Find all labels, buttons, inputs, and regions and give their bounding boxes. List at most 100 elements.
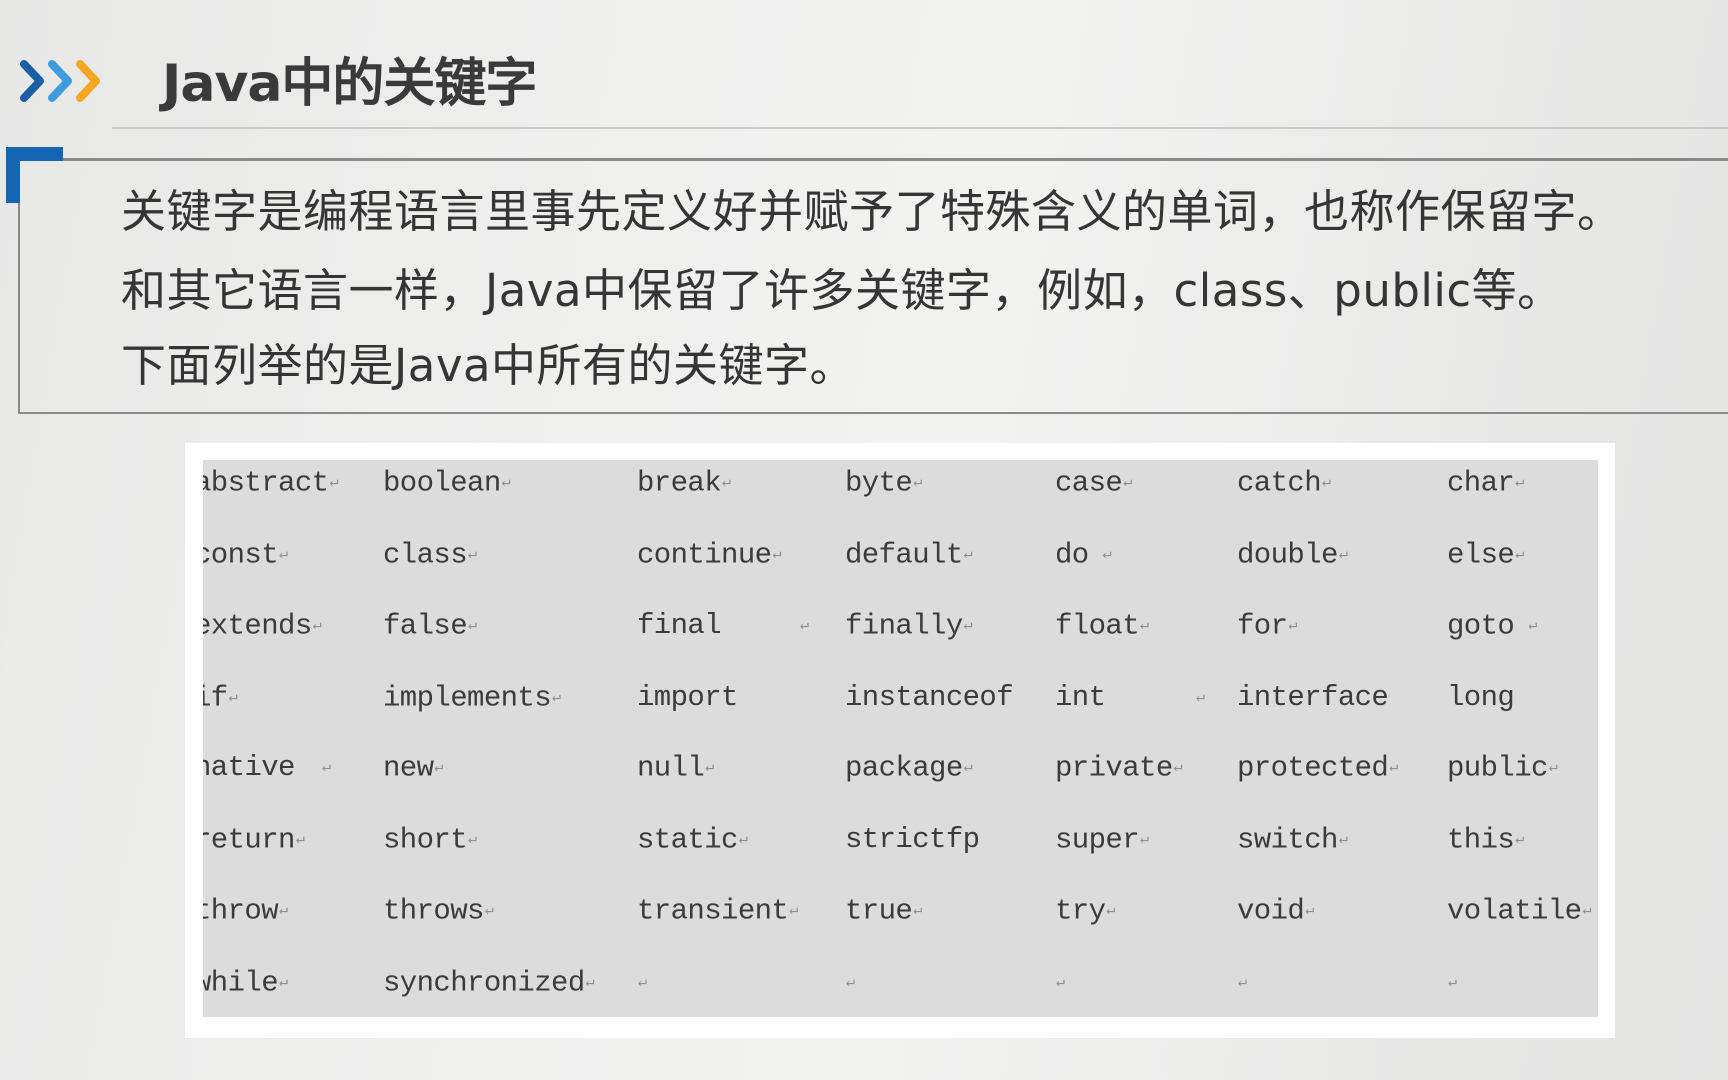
- keyword-cell: class↵: [383, 533, 477, 577]
- keyword-cell: int ↵: [1055, 676, 1205, 720]
- table-row: native ↵ new↵ null↵ package↵ private↵ protecte…: [203, 746, 1598, 790]
- paragraph-mark-icon: ↵: [1389, 759, 1398, 776]
- keyword-cell: package↵: [845, 746, 973, 790]
- keyword-cell: byte↵: [845, 461, 922, 505]
- paragraph-mark-icon: ↵: [963, 546, 973, 563]
- paragraph-mark-icon: ↵: [1515, 546, 1524, 563]
- paragraph-mark-icon: ↵: [963, 759, 973, 776]
- keyword-cell: default↵: [845, 533, 973, 577]
- keyword-text: break: [637, 466, 722, 500]
- keyword-text: for: [1237, 609, 1288, 643]
- paragraph-mark-icon: ↵: [846, 974, 855, 991]
- paragraph-mark-icon: ↵: [1338, 546, 1348, 563]
- paragraph-mark-icon: ↵: [1140, 617, 1149, 634]
- keyword-cell: catch↵: [1237, 461, 1331, 505]
- table-row: abstract↵ boolean↵ break↵ byte↵ case↵ catch↵ c…: [203, 461, 1598, 505]
- paragraph-mark-icon: ↵: [789, 902, 798, 919]
- keyword-cell: implements↵: [383, 676, 561, 720]
- keyword-cell: ↵: [845, 961, 855, 1005]
- keyword-text: catch: [1237, 466, 1322, 500]
- table-row: while↵synchronized↵↵↵↵↵↵: [203, 961, 1598, 1005]
- keyword-cell: long: [1447, 676, 1515, 720]
- keyword-text: while: [203, 966, 279, 1000]
- table-row: const↵class↵continue↵default↵do↵double↵e…: [203, 533, 1598, 577]
- keyword-text: goto: [1447, 609, 1515, 643]
- keyword-cell: char↵: [1447, 461, 1524, 505]
- keyword-cell: ↵: [1055, 961, 1065, 1005]
- keyword-text: super: [1055, 823, 1140, 857]
- keyword-cell: return↵: [203, 818, 305, 862]
- keyword-text: final: [637, 609, 722, 642]
- chevron-dark-blue-icon: [20, 60, 44, 102]
- paragraph-mark-icon: ↵: [279, 974, 288, 991]
- keyword-text: interface: [1237, 681, 1389, 714]
- keyword-cell: abstract↵: [203, 461, 339, 505]
- keyword-text: abstract: [203, 466, 329, 500]
- keyword-text: new: [383, 751, 434, 785]
- paragraph-mark-icon: ↵: [1515, 831, 1524, 848]
- intro-line: 和其它语言一样，Java中保留了许多关键字，例如，class、public等。: [121, 264, 1563, 317]
- keyword-text: class: [383, 538, 468, 572]
- keyword-cell: for↵: [1237, 604, 1297, 648]
- keyword-cell: import: [637, 676, 738, 720]
- paragraph-mark-icon: ↵: [228, 689, 238, 706]
- keyword-cell: ↵: [1237, 961, 1247, 1005]
- title-divider: [112, 127, 1728, 129]
- paragraph-mark-icon: ↵: [1056, 974, 1065, 991]
- page-title: Java中的关键字: [162, 54, 537, 114]
- keyword-text: public: [1447, 751, 1548, 785]
- paragraph-mark-icon: ↵: [1238, 974, 1247, 991]
- paragraph-mark-icon: ↵: [484, 902, 494, 919]
- keyword-cell: synchronized↵: [383, 961, 595, 1005]
- keyword-text: true: [845, 894, 913, 928]
- keyword-text: extends: [203, 609, 312, 643]
- keyword-text: else: [1447, 538, 1515, 572]
- keyword-text: double: [1237, 538, 1338, 572]
- keyword-cell: break↵: [637, 461, 731, 505]
- keyword-text: boolean: [383, 466, 501, 500]
- keyword-cell: float↵: [1055, 604, 1149, 648]
- paragraph-mark-icon: ↵: [295, 831, 305, 848]
- keyword-cell: interface: [1237, 676, 1389, 720]
- keyword-cell: boolean↵: [383, 461, 511, 505]
- keyword-cell: private↵: [1055, 746, 1183, 790]
- keyword-cell: void↵: [1237, 889, 1314, 933]
- paragraph-mark-icon: ↵: [1123, 474, 1132, 491]
- paragraph-mark-icon: ↵: [800, 617, 809, 634]
- keyword-text: protected: [1237, 751, 1389, 785]
- keyword-cell: ↵: [637, 961, 647, 1005]
- keyword-text: this: [1447, 823, 1515, 857]
- keyword-text: native: [203, 751, 295, 784]
- keyword-cell: case↵: [1055, 461, 1132, 505]
- paragraph-mark-icon: ↵: [468, 617, 477, 634]
- keyword-text: transient: [637, 894, 789, 928]
- paragraph-mark-icon: ↵: [1322, 474, 1331, 491]
- paragraph-mark-icon: ↵: [279, 546, 288, 563]
- paragraph-mark-icon: ↵: [705, 759, 714, 776]
- keyword-text: char: [1447, 466, 1515, 500]
- table-row: if↵implements↵importinstanceofint↵interf…: [203, 676, 1598, 720]
- keyword-text: do: [1055, 538, 1089, 572]
- intro-line: 关键字是编程语言里事先定义好并赋予了特殊含义的单词，也称作保留字。: [121, 185, 1623, 238]
- paragraph-mark-icon: ↵: [1196, 689, 1205, 706]
- paragraph-mark-icon: ↵: [501, 474, 511, 491]
- paragraph-mark-icon: ↵: [552, 689, 561, 706]
- keyword-cell: throw↵: [203, 889, 288, 933]
- paragraph-mark-icon: ↵: [738, 831, 748, 848]
- chevron-orange-icon: [76, 60, 100, 102]
- keyword-text: void: [1237, 894, 1305, 928]
- keyword-cell: public↵: [1447, 746, 1558, 790]
- keyword-cell: protected↵: [1237, 746, 1398, 790]
- keyword-cell: true↵: [845, 889, 922, 933]
- keyword-cell: do ↵: [1055, 533, 1112, 577]
- paragraph-mark-icon: ↵: [585, 974, 595, 991]
- paragraph-mark-icon: ↵: [963, 617, 973, 634]
- paragraph-mark-icon: ↵: [1548, 759, 1558, 776]
- keyword-text: private: [1055, 751, 1173, 785]
- keyword-text: case: [1055, 466, 1123, 500]
- paragraph-mark-icon: ↵: [468, 831, 477, 848]
- paragraph-mark-icon: ↵: [312, 617, 322, 634]
- keyword-cell: finally↵: [845, 604, 973, 648]
- keyword-cell: this↵: [1447, 818, 1524, 862]
- paragraph-mark-icon: ↵: [722, 474, 731, 491]
